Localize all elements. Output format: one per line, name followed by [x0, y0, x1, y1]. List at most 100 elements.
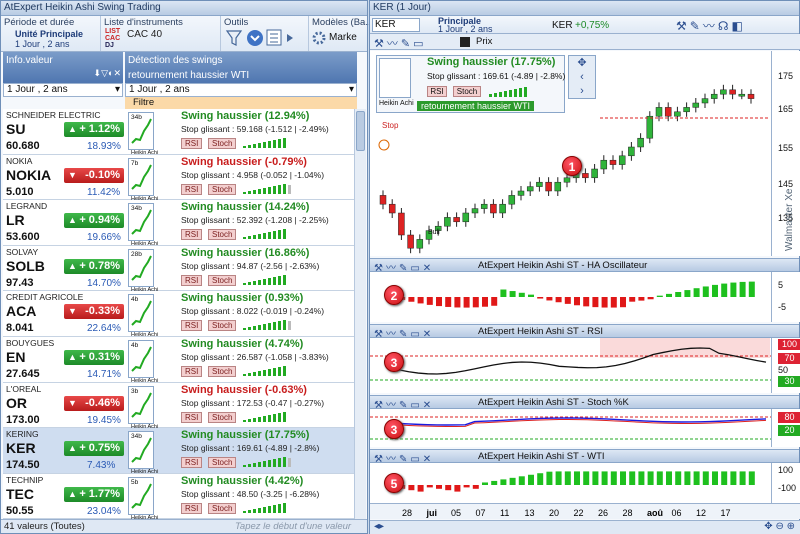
period-selector[interactable]: Principale 1 Jour , 2 ans: [438, 17, 528, 34]
rsi-button[interactable]: RSI: [427, 86, 447, 97]
table-row[interactable]: TECHNIP TEC + 1.77% ▲ 50.55 23.04% 5b Hei…: [3, 473, 357, 521]
tools-icons[interactable]: [225, 28, 305, 48]
rsi-button[interactable]: RSI: [181, 457, 203, 469]
stoch-button[interactable]: Stoch: [208, 502, 237, 514]
models-section[interactable]: Modèles (Ba... Marke: [309, 16, 373, 51]
rsi-button[interactable]: RSI: [181, 183, 203, 195]
osc-axis: 5 -5: [771, 272, 800, 322]
change-badge: + 0.75% ▲: [64, 441, 124, 457]
rsi-button[interactable]: RSI: [181, 274, 203, 286]
stoch-button[interactable]: Stoch: [208, 320, 237, 332]
instrument-perf: 18.93%: [87, 141, 121, 152]
left-ribbon: Période et durée Unité Principale 1 Jour…: [1, 16, 373, 52]
instrument-ticker: SOLB: [6, 257, 45, 274]
period-select-1[interactable]: 1 Jour , 2 ans ▾: [3, 83, 123, 97]
period-select-2[interactable]: 1 Jour , 2 ans ▾: [125, 83, 357, 97]
rsi-button[interactable]: RSI: [181, 138, 203, 149]
rsi-button[interactable]: RSI: [181, 502, 203, 514]
ha-thumbnail[interactable]: 4b: [128, 339, 154, 378]
ha-thumbnail[interactable]: 28b: [128, 248, 154, 287]
scroll-thumb[interactable]: [356, 111, 365, 151]
ha-thumbnail[interactable]: 34b: [128, 112, 154, 150]
table-row[interactable]: BOUYGUES EN + 0.31% ▲ 27.645 14.71% 4b He…: [3, 336, 357, 384]
instrument-perf: 22.64%: [87, 323, 121, 335]
rsi-button[interactable]: RSI: [181, 411, 203, 423]
candle: [517, 190, 525, 196]
ha-thumbnail[interactable]: 7b: [128, 157, 154, 196]
y-tick: 100: [778, 339, 800, 350]
stoch-button[interactable]: Stoch: [208, 411, 237, 423]
rsi-button[interactable]: RSI: [181, 229, 203, 241]
col-info-header[interactable]: Info.valeur ⬇▽◐✕: [3, 52, 123, 83]
wti-pane-header[interactable]: ⚒〰✎▭✕ AtExpert Heikin Ashi ST - WTI: [370, 449, 799, 465]
osc-pane-header[interactable]: ⚒〰✎▭✕ AtExpert Heikin Ashi ST - HA Oscill…: [370, 258, 799, 274]
x-tick: aoû: [647, 508, 663, 518]
x-tick: 17: [721, 508, 731, 518]
zoom-icons[interactable]: ✥ ⊖ ⊕: [764, 521, 795, 532]
pane-tools[interactable]: ⚒〰✎▭: [374, 35, 426, 51]
ha-thumbnail[interactable]: 4b: [128, 294, 154, 333]
stoch-button[interactable]: Stoch: [208, 365, 237, 377]
stoch-button[interactable]: Stoch: [208, 138, 237, 149]
stoch-button[interactable]: Stoch: [208, 229, 237, 241]
nav-controls[interactable]: ✥ ‹ ›: [568, 55, 596, 99]
thumb-label: 5b: [131, 478, 139, 486]
period-label: Période et durée: [4, 17, 75, 28]
change-badge: -0.10% ▼: [64, 167, 124, 183]
ha-thumbnail[interactable]: 34b: [128, 431, 154, 470]
filter-icon: [225, 30, 243, 46]
zoom-controls[interactable]: ◂▸: [374, 521, 384, 532]
stoch-button[interactable]: Stoch: [208, 274, 237, 286]
instrument-price: 53.600: [6, 231, 40, 244]
instrument-perf: 19.45%: [87, 414, 121, 426]
table-row[interactable]: CREDIT AGRICOLE ACA -0.33% ▼ 8.041 22.64%…: [3, 291, 357, 338]
chart-status: ◂▸ ✥ ⊖ ⊕: [370, 520, 800, 534]
scrollbar[interactable]: [354, 109, 366, 521]
stoch-button[interactable]: Stoch: [208, 183, 237, 195]
candle: [710, 93, 718, 99]
candle: [618, 155, 626, 165]
stop-trailing: Stop glissant : 8.022 (-0.019 | -0.24%): [181, 306, 325, 317]
x-tick: 07: [476, 508, 486, 518]
stoch-button[interactable]: Stoch: [453, 86, 481, 97]
thumb-label: 7b: [131, 159, 139, 167]
instrument-ticker: NOKIA: [6, 166, 52, 183]
col-swing-header[interactable]: Détection des swings retournement haussi…: [125, 52, 357, 83]
table-row[interactable]: L'OREAL OR -0.46% ▼ 173.00 19.45% 3b Heik…: [3, 382, 357, 430]
toolbar-icons[interactable]: ⚒✎〰☊◧: [676, 17, 746, 34]
instrument-price: 5.010: [6, 185, 34, 198]
watermark: Walmaster Xe: [784, 188, 795, 251]
signal-card[interactable]: Heikin Achi Swing haussier (17.75%) Stop…: [376, 55, 565, 113]
table-row[interactable]: SCHNEIDER ELECTRIC SU + 1.12% ▲ 60.680 18…: [3, 109, 357, 156]
ha-thumbnail[interactable]: 3b: [128, 385, 154, 424]
strength-bars: [243, 138, 286, 148]
rsi-button[interactable]: RSI: [181, 365, 203, 377]
table-row[interactable]: LEGRAND LR + 0.94% ▲ 53.600 19.66% 34b He…: [3, 200, 357, 247]
candle: [701, 98, 709, 104]
ticker-input[interactable]: KER: [372, 18, 420, 32]
period-section[interactable]: Période et durée Unité Principale 1 Jour…: [1, 16, 101, 51]
stoch-pane-header[interactable]: ⚒〰✎▭✕ AtExpert Heikin Ashi ST - Stoch %K: [370, 395, 799, 411]
price-pane[interactable]: Heikin Achi Swing haussier (17.75%) Stop…: [370, 51, 771, 256]
candle: [536, 181, 543, 187]
filter-bar[interactable]: Filtre: [125, 97, 357, 109]
col-swing-sub: retournement haussier WTI: [128, 70, 250, 81]
list-section[interactable]: Liste d'instruments LIST CAC DJ CAC 40: [101, 16, 221, 51]
candle: [664, 107, 672, 117]
table-row[interactable]: SOLVAY SOLB + 0.78% ▲ 97.43 14.70% 28b He…: [3, 245, 357, 293]
osc-title: AtExpert Heikin Ashi ST - HA Oscillateur: [478, 260, 648, 271]
table-row[interactable]: KERING KER + 0.75% ▲ 174.50 7.43% 34b Hei…: [3, 428, 357, 475]
arrow-down-icon: ▼: [68, 169, 77, 180]
price-label: Prix: [476, 36, 493, 47]
candle: [609, 159, 617, 165]
rsi-button[interactable]: RSI: [181, 320, 203, 332]
rsi-pane-header[interactable]: ⚒〰✎▭✕ AtExpert Heikin Ashi ST - RSI: [370, 324, 799, 340]
stoch-button[interactable]: Stoch: [208, 457, 237, 469]
header-icons[interactable]: ⬇▽◐✕: [94, 68, 121, 79]
x-axis: 28 jui 05 07 11 13 20 22 26 28 aoû 06 12 17: [370, 503, 800, 519]
ha-thumbnail[interactable]: 34b: [128, 203, 154, 242]
instrument-ticker: OR: [6, 394, 27, 411]
search-hint[interactable]: Tapez le début d'une valeur: [235, 520, 351, 533]
ha-thumbnail[interactable]: 5b: [128, 476, 154, 515]
table-row[interactable]: NOKIA NOKIA -0.10% ▼ 5.010 11.42% 7b Heik…: [3, 154, 357, 202]
